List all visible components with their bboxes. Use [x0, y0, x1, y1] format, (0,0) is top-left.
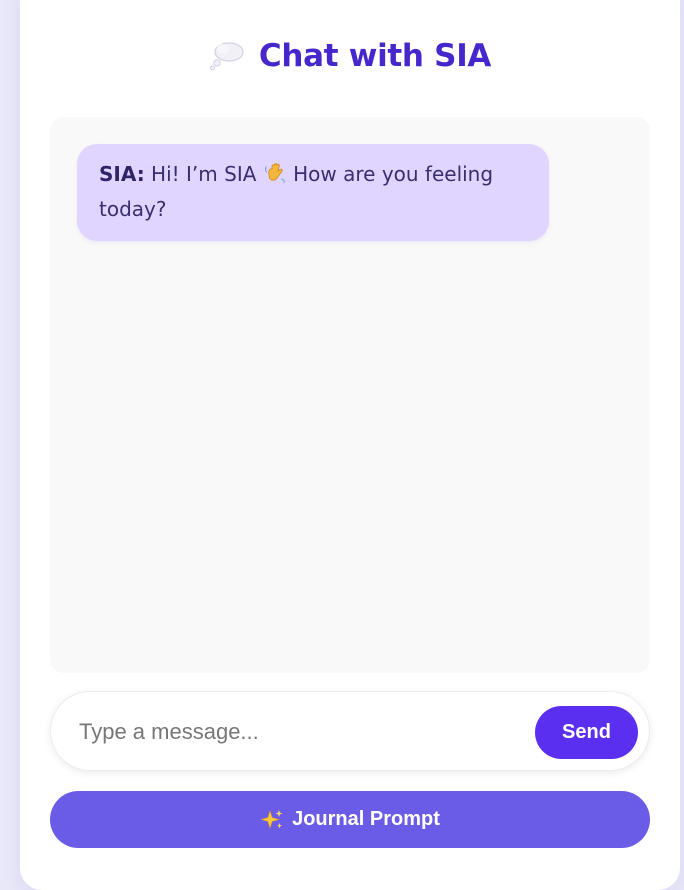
message-input[interactable] — [77, 708, 521, 756]
page-title: Chat with SIA — [258, 38, 492, 74]
chat-card: Chat with SIA SIA: Hi! I’m SIA How are y… — [20, 0, 680, 890]
chat-messages-area[interactable]: SIA: Hi! I’m SIA How are you feeling tod… — [50, 117, 650, 673]
waving-hand-icon — [263, 161, 287, 194]
message-sender: SIA: — [99, 162, 145, 186]
journal-prompt-label: Journal Prompt — [292, 808, 440, 830]
journal-prompt-button[interactable]: Journal Prompt — [50, 791, 650, 848]
message-text-start: Hi! I’m SIA — [144, 162, 263, 186]
send-button[interactable]: Send — [535, 706, 638, 759]
chat-header: Chat with SIA — [20, 34, 680, 78]
thought-bubble-icon — [209, 41, 245, 71]
bot-message-bubble: SIA: Hi! I’m SIA How are you feeling tod… — [77, 144, 549, 241]
sparkles-icon — [260, 809, 284, 831]
message-composer: Send — [50, 691, 650, 771]
